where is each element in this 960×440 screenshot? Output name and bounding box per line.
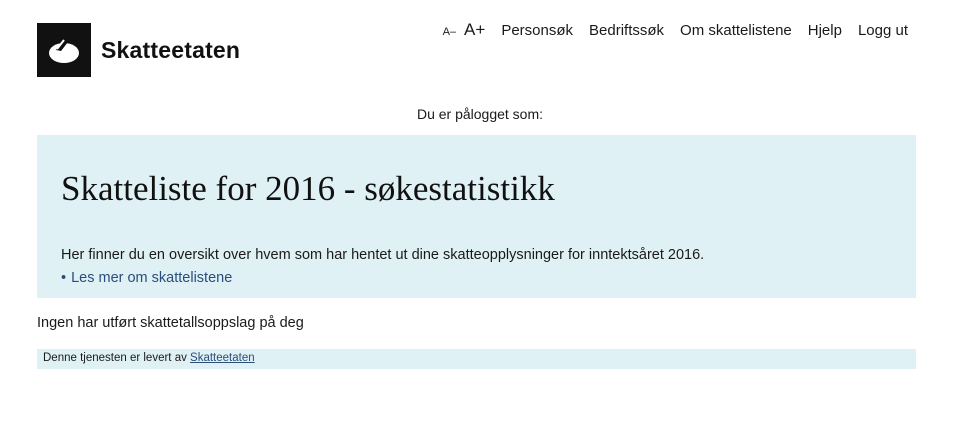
nav-link-bedriftssok[interactable]: Bedriftssøk — [589, 22, 664, 39]
read-more-link-label: Les mer om skattelistene — [71, 270, 233, 286]
site-header: Skatteetaten A– A+ Personsøk Bedriftssøk… — [0, 0, 960, 90]
footer-text: Denne tjenesten er levert av — [43, 352, 187, 364]
panel-description: Her finner du en oversikt over hvem som … — [61, 247, 705, 263]
info-panel: Skatteliste for 2016 - søkestatistikk He… — [37, 135, 916, 298]
footer-content: Denne tjenesten er levert av Skatteetate… — [43, 352, 255, 364]
read-more-link[interactable]: • Les mer om skattelistene — [61, 270, 232, 286]
top-navigation: A– A+ Personsøk Bedriftssøk Om skattelis… — [443, 20, 908, 40]
logo-text: Skatteetaten — [101, 36, 241, 63]
nav-link-logg-ut[interactable]: Logg ut — [858, 22, 908, 39]
footer-bar: Denne tjenesten er levert av Skatteetate… — [37, 349, 916, 369]
font-decrease-button[interactable]: A– — [443, 26, 456, 38]
logged-in-status: Du er pålogget som: — [416, 106, 544, 122]
logo-mark-icon — [37, 23, 91, 77]
font-increase-button[interactable]: A+ — [464, 20, 485, 40]
bullet-icon: • — [61, 270, 67, 286]
nav-link-om-skattelistene[interactable]: Om skattelistene — [680, 22, 792, 39]
lookup-result-message: Ingen har utført skattetallsoppslag på d… — [37, 315, 304, 331]
skatteetaten-logo[interactable]: Skatteetaten — [37, 23, 240, 77]
nav-link-personsok[interactable]: Personsøk — [501, 22, 573, 39]
footer-skatteetaten-link[interactable]: Skatteetaten — [190, 352, 255, 364]
page-title: Skatteliste for 2016 - søkestatistikk — [61, 169, 555, 208]
nav-link-hjelp[interactable]: Hjelp — [808, 22, 842, 39]
